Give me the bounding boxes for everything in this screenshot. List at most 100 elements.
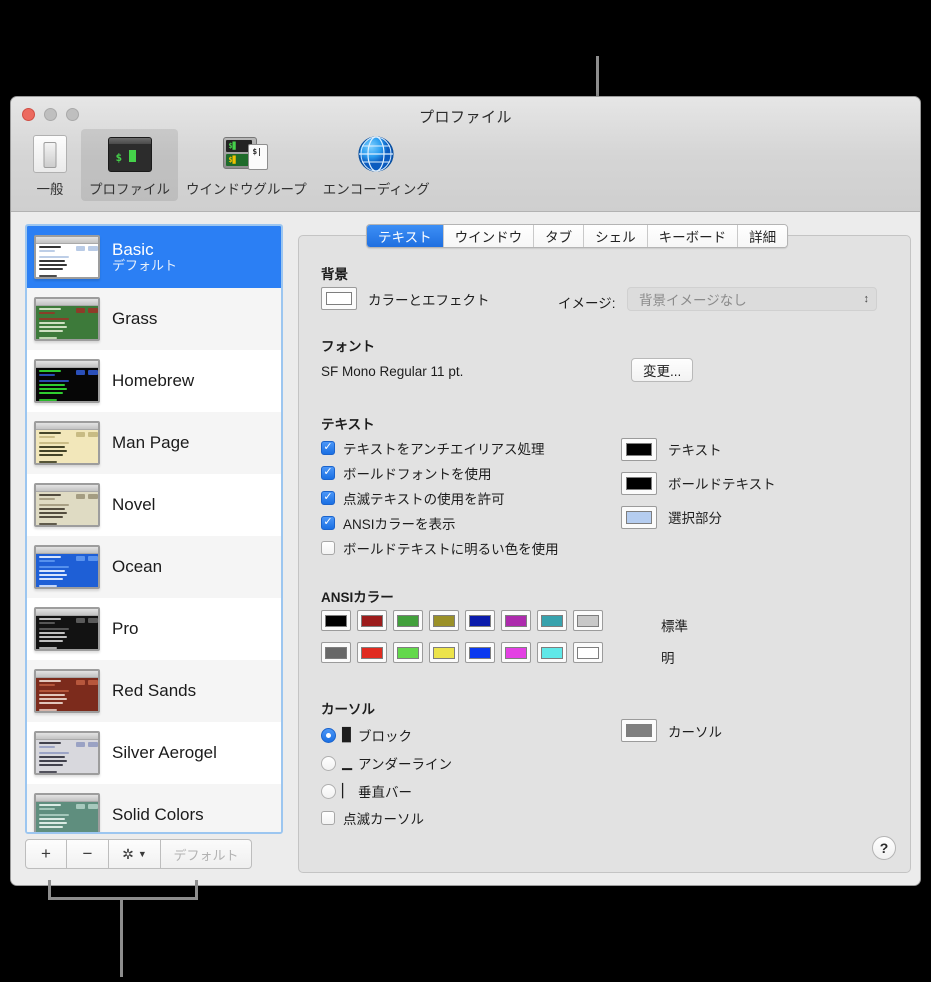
- ansi-normal-swatch[interactable]: [357, 610, 387, 631]
- toolbar-item-window-groups[interactable]: ウインドウグループ: [178, 129, 315, 201]
- text-option-label: ANSIカラーを表示: [343, 516, 456, 532]
- toolbar-item-general[interactable]: 一般: [19, 129, 81, 201]
- ansi-normal-swatch[interactable]: [537, 610, 567, 631]
- ansi-normal-swatch[interactable]: [321, 610, 351, 631]
- window-group-icon: [223, 135, 269, 173]
- text-option-checkbox[interactable]: [321, 490, 335, 505]
- cursor-option-row[interactable]: ▏ 垂直バー: [321, 777, 452, 805]
- ansi-normal-swatch[interactable]: [573, 610, 603, 631]
- text-option-checkbox[interactable]: [321, 465, 335, 480]
- set-default-button[interactable]: デフォルト: [161, 839, 252, 869]
- text-option-checkbox[interactable]: [321, 515, 335, 530]
- profile-row[interactable]: Homebrew: [27, 350, 281, 412]
- cursor-color-well[interactable]: [621, 719, 657, 742]
- tab-item[interactable]: キーボード: [647, 225, 739, 247]
- profile-row[interactable]: Grass: [27, 288, 281, 350]
- general-icon: [27, 135, 73, 173]
- profile-thumbnail: [34, 545, 100, 589]
- profile-row[interactable]: Basic デフォルト: [27, 226, 281, 288]
- ansi-bright-swatch[interactable]: [357, 642, 387, 663]
- add-profile-button[interactable]: +: [25, 839, 67, 869]
- tab-item[interactable]: 詳細: [738, 225, 788, 247]
- text-option-checkbox[interactable]: [321, 440, 335, 455]
- tab-active[interactable]: テキスト: [367, 225, 444, 247]
- profile-name: Basic: [112, 239, 154, 259]
- text-color-well[interactable]: [621, 437, 657, 461]
- cursor-options-group: ▉ ブロック ▁ アンダーライン ▏ 垂直バー: [321, 721, 452, 805]
- background-image-select[interactable]: 背景イメージなし ↕: [627, 287, 877, 311]
- text-color-well[interactable]: [621, 505, 657, 529]
- profile-row[interactable]: Novel: [27, 474, 281, 536]
- tab-item[interactable]: タブ: [534, 225, 585, 247]
- text-option-label: テキストをアンチエイリアス処理: [343, 441, 545, 457]
- profile-list[interactable]: Basic デフォルト Grass Homebrew Man Page Novel Ocea…: [25, 224, 283, 834]
- ansi-bright-swatch[interactable]: [573, 642, 603, 663]
- cursor-option-radio[interactable]: [321, 727, 336, 743]
- profile-name-block: Novel: [112, 495, 155, 515]
- profile-thumbnail: [34, 297, 100, 341]
- profile-row[interactable]: Pro: [27, 598, 281, 660]
- remove-profile-button[interactable]: −: [67, 839, 109, 869]
- ansi-normal-row: [321, 610, 603, 631]
- background-image-label: イメージ:: [558, 296, 616, 311]
- background-color-row: カラーとエフェクト: [321, 287, 490, 310]
- text-color-well[interactable]: [621, 471, 657, 495]
- settings-panel: テキスト ウインドウ タブ シェル キーボード 詳細 背景 カラーとエフェクト イメージ:…: [298, 224, 911, 873]
- profile-row[interactable]: Silver Aerogel: [27, 722, 281, 784]
- blink-cursor-row[interactable]: 点滅カーソル: [321, 808, 424, 828]
- toolbar-item-encodings[interactable]: エンコーディング: [315, 129, 438, 201]
- cursor-option-row[interactable]: ▉ ブロック: [321, 721, 452, 749]
- toolbar-label-profiles: プロファイル: [89, 182, 170, 197]
- background-color-well[interactable]: [321, 287, 357, 310]
- ansi-normal-swatch[interactable]: [465, 610, 495, 631]
- tab-item[interactable]: ウインドウ: [443, 225, 535, 247]
- profile-name: Silver Aerogel: [112, 743, 217, 763]
- text-option-row[interactable]: ANSIカラーを表示: [321, 510, 559, 535]
- chevron-updown-icon: ↕: [863, 292, 870, 305]
- text-option-checkbox[interactable]: [321, 540, 335, 555]
- profile-name-block: Basic デフォルト: [112, 240, 177, 274]
- profile-thumbnail: [34, 483, 100, 527]
- text-option-row[interactable]: ボールドテキストに明るい色を使用: [321, 535, 559, 560]
- ansi-bright-swatch[interactable]: [501, 642, 531, 663]
- profile-row[interactable]: Red Sands: [27, 660, 281, 722]
- list-buttons-callout-bracket-left: [48, 880, 51, 900]
- text-option-row[interactable]: 点滅テキストの使用を許可: [321, 485, 559, 510]
- cursor-option-radio[interactable]: [321, 755, 336, 771]
- font-heading: フォント: [321, 339, 375, 354]
- profile-row[interactable]: Man Page: [27, 412, 281, 474]
- text-option-row[interactable]: テキストをアンチエイリアス処理: [321, 435, 559, 460]
- ansi-normal-swatch[interactable]: [429, 610, 459, 631]
- cursor-option-radio[interactable]: [321, 783, 336, 799]
- profile-name-block: Solid Colors: [112, 805, 204, 825]
- tab-item[interactable]: シェル: [584, 225, 648, 247]
- text-option-row[interactable]: ボールドフォントを使用: [321, 460, 559, 485]
- background-heading: 背景: [321, 267, 348, 282]
- profile-name: Red Sands: [112, 681, 197, 701]
- ansi-normal-swatch[interactable]: [501, 610, 531, 631]
- blink-cursor-checkbox[interactable]: [321, 811, 335, 825]
- toolbar-item-profiles[interactable]: $ プロファイル: [81, 129, 178, 201]
- profile-name: Novel: [112, 495, 156, 515]
- cursor-option-row[interactable]: ▁ アンダーライン: [321, 749, 452, 777]
- profile-actions-button[interactable]: ✲ ▼: [109, 839, 161, 869]
- profile-name: Grass: [112, 309, 158, 329]
- profile-row[interactable]: Solid Colors: [27, 784, 281, 832]
- ansi-bright-label: 明: [661, 651, 675, 666]
- ansi-bright-swatch[interactable]: [393, 642, 423, 663]
- ansi-normal-label: 標準: [661, 619, 688, 634]
- ansi-bright-swatch[interactable]: [465, 642, 495, 663]
- toolbar-label-encodings: エンコーディング: [322, 182, 430, 197]
- ansi-bright-row: [321, 642, 603, 663]
- chevron-down-icon: ▼: [137, 849, 147, 859]
- profile-row[interactable]: Ocean: [27, 536, 281, 598]
- ansi-normal-swatch[interactable]: [393, 610, 423, 631]
- ansi-bright-swatch[interactable]: [537, 642, 567, 663]
- help-button[interactable]: ?: [872, 836, 896, 860]
- text-option-label: ボールドフォントを使用: [343, 466, 492, 482]
- ansi-heading: ANSIカラー: [321, 590, 394, 605]
- cursor-shape-glyph: ▁: [342, 755, 352, 770]
- change-font-button[interactable]: 変更...: [631, 358, 694, 382]
- ansi-bright-swatch[interactable]: [429, 642, 459, 663]
- ansi-bright-swatch[interactable]: [321, 642, 351, 663]
